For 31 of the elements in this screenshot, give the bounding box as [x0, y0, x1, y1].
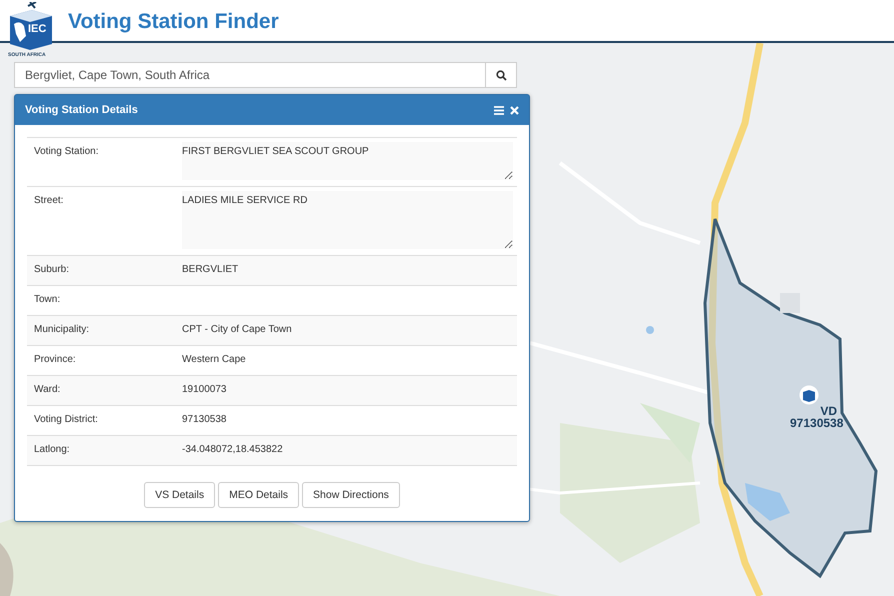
field-value: -34.048072,18.453822 [182, 443, 284, 457]
field-value: Western Cape [182, 353, 247, 367]
field-label: Voting District: [33, 413, 99, 427]
text-area[interactable]: FIRST BERGVLIET SEA SCOUT GROUP [182, 142, 513, 180]
close-icon[interactable] [510, 106, 519, 114]
field-label: Municipality: [33, 323, 90, 337]
action-button[interactable]: VS Details [144, 482, 216, 508]
action-button[interactable]: MEO Details [218, 482, 300, 508]
field-label: Province: [33, 353, 77, 367]
field-value: 97130538 [182, 413, 228, 427]
field-label: Voting Station: [33, 145, 100, 159]
field-value: CPT - City of Cape Town [182, 323, 293, 337]
marker-code: 97130538 [790, 417, 844, 430]
menu-icon[interactable] [494, 106, 504, 114]
action-button[interactable]: Show Directions [302, 482, 400, 508]
field-label: Suburb: [33, 263, 70, 277]
field-value: 19100073 [182, 383, 228, 397]
text-area[interactable]: LADIES MILE SERVICE RD [182, 191, 513, 249]
search-field[interactable]: Bergvliet, Cape Town, South Africa [14, 62, 485, 88]
ballot-box-icon [798, 385, 819, 405]
logo-text: IEC [28, 23, 46, 35]
search-button[interactable] [485, 62, 517, 88]
field-label: Ward: [33, 383, 62, 397]
field-label: Town: [33, 293, 62, 307]
field-value: BERGVLIET [182, 263, 240, 277]
marker-label: VD [820, 405, 838, 417]
app-title: Voting Station Finder [68, 10, 279, 34]
field-label: Latlong: [33, 443, 71, 457]
panel-title: Voting Station Details [25, 104, 139, 116]
field-label: Street: [33, 194, 64, 208]
search-icon [496, 70, 506, 80]
